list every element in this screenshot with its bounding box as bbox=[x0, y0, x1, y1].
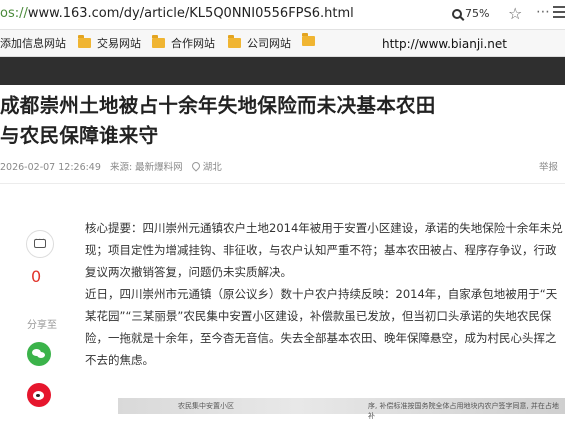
site-watermark: http://www.bianji.net bbox=[382, 37, 508, 51]
bookmark-folder-trade[interactable]: 交易网站 bbox=[78, 35, 141, 51]
zoom-icon bbox=[452, 9, 462, 19]
url-text[interactable]: os://www.163.com/dy/article/KL5Q0NNI0556… bbox=[0, 6, 354, 21]
site-header bbox=[0, 57, 565, 85]
comment-icon bbox=[34, 237, 46, 248]
bookmarks-bar: 添加信息网站 交易网站 合作网站 公司网站 http://www.bianji.… bbox=[0, 30, 565, 57]
report-link[interactable]: 举报 bbox=[539, 159, 558, 173]
article-source[interactable]: 来源: 最新爆料网 bbox=[110, 162, 183, 173]
title-line-2: 与农民保障谁来守 bbox=[0, 124, 159, 147]
comment-count[interactable]: 0 bbox=[31, 267, 41, 286]
bookmark-folder-partner[interactable]: 合作网站 bbox=[152, 35, 215, 51]
zoom-indicator[interactable]: 75% bbox=[452, 7, 489, 20]
photo-caption-right: 序, 补偿标准按国务院全体占用地块内农户签字同意, 并在占地补 bbox=[368, 402, 559, 420]
more-icon[interactable]: ⋯ bbox=[536, 4, 550, 20]
bookmark-folder-company[interactable]: 公司网站 bbox=[228, 35, 291, 51]
bookmark-folder-other[interactable] bbox=[302, 33, 321, 48]
location-icon bbox=[190, 160, 202, 172]
article-body: 核心提要：四川崇州元通镇农户土地2014年被用于安置小区建设，承诺的失地保险十余… bbox=[85, 217, 565, 371]
photo-caption-left: 农民集中安置小区 bbox=[178, 402, 234, 410]
zoom-level: 75% bbox=[465, 7, 490, 20]
folder-icon bbox=[152, 35, 165, 48]
title-line-1: 成都崇州土地被占十余年失地保险而未决基本农田 bbox=[0, 94, 436, 117]
wechat-share-icon[interactable] bbox=[27, 342, 51, 366]
share-label: 分享至 bbox=[27, 320, 57, 331]
article-location: 湖北 bbox=[202, 162, 222, 173]
publish-time: 2026-02-07 12:26:49 bbox=[0, 162, 101, 173]
article-meta: 2026-02-07 12:26:49 来源: 最新爆料网 湖北 bbox=[0, 159, 228, 173]
article-title: 成都崇州土地被占十余年失地保险而未决基本农田 与农民保障谁来守 bbox=[0, 91, 565, 151]
url-scheme: os:// bbox=[0, 6, 28, 21]
body-paragraph: 近日，四川崇州市元通镇（原公议乡）数十户农户持续反映：2014年，自家承包地被用… bbox=[85, 287, 558, 367]
url-path: www.163.com/dy/article/KL5Q0NNI0556FPS6.… bbox=[27, 6, 354, 21]
weibo-share-icon[interactable] bbox=[27, 383, 51, 407]
menu-icon[interactable] bbox=[553, 6, 565, 21]
folder-icon bbox=[302, 33, 315, 46]
bookmark-item[interactable]: 添加信息网站 bbox=[0, 35, 66, 51]
bookmark-star-icon[interactable]: ☆ bbox=[508, 4, 522, 23]
address-bar[interactable]: os://www.163.com/dy/article/KL5Q0NNI0556… bbox=[0, 0, 565, 30]
article-photo: 农民集中安置小区 序, 补偿标准按国务院全体占用地块内农户签字同意, 并在占地补 bbox=[118, 398, 565, 420]
comment-button[interactable] bbox=[26, 230, 54, 258]
folder-icon bbox=[78, 35, 91, 48]
summary-paragraph: 核心提要：四川崇州元通镇农户土地2014年被用于安置小区建设，承诺的失地保险十余… bbox=[85, 221, 563, 279]
divider bbox=[0, 183, 565, 184]
folder-icon bbox=[228, 35, 241, 48]
